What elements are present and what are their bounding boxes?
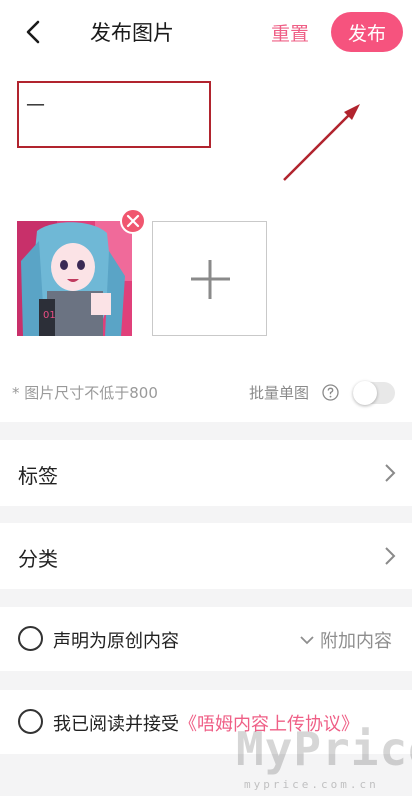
declare-original-checkbox[interactable] — [18, 626, 43, 651]
page-title: 发布图片 — [90, 21, 174, 45]
extra-content-toggle[interactable]: 附加内容 — [320, 627, 392, 653]
tags-row[interactable]: 标签 — [0, 440, 412, 506]
declare-original-row: 声明为原创内容 附加内容 — [0, 607, 412, 671]
editor-section: — 01 * 图片尺寸不低于800 批量单图 — [0, 64, 412, 422]
watermark-url: myprice.com.cn — [244, 778, 379, 791]
anime-image: 01 — [17, 221, 132, 336]
chevron-down-icon — [300, 636, 314, 645]
description-input[interactable]: — — [17, 81, 211, 148]
top-bar: 发布图片 重置 发布 — [0, 0, 412, 64]
agreement-checkbox[interactable] — [18, 709, 43, 734]
back-arrow-icon[interactable] — [22, 19, 46, 45]
svg-text:01: 01 — [43, 310, 56, 321]
chevron-right-icon — [385, 464, 396, 482]
tags-label: 标签 — [18, 464, 58, 488]
image-size-hint: * 图片尺寸不低于800 — [12, 384, 158, 402]
remove-image-button[interactable] — [120, 208, 146, 234]
chevron-right-icon — [385, 547, 396, 565]
batch-single-toggle[interactable] — [353, 381, 395, 405]
watermark-logo: MyPrice — [236, 722, 412, 776]
agreement-prefix: 我已阅读并接受 — [53, 714, 179, 735]
help-icon[interactable] — [322, 384, 339, 401]
description-value: — — [26, 93, 45, 115]
publish-button[interactable]: 发布 — [331, 12, 403, 52]
reset-button[interactable]: 重置 — [271, 19, 309, 46]
annotation-arrow — [283, 104, 360, 181]
uploaded-image-thumbnail[interactable]: 01 — [17, 221, 132, 336]
category-row[interactable]: 分类 — [0, 523, 412, 589]
declare-original-label: 声明为原创内容 — [53, 631, 179, 652]
plus-icon — [191, 260, 230, 299]
batch-single-label: 批量单图 — [249, 384, 310, 402]
category-label: 分类 — [18, 547, 58, 571]
add-image-button[interactable] — [152, 221, 267, 336]
close-icon — [126, 214, 140, 228]
toggle-knob — [353, 381, 377, 405]
